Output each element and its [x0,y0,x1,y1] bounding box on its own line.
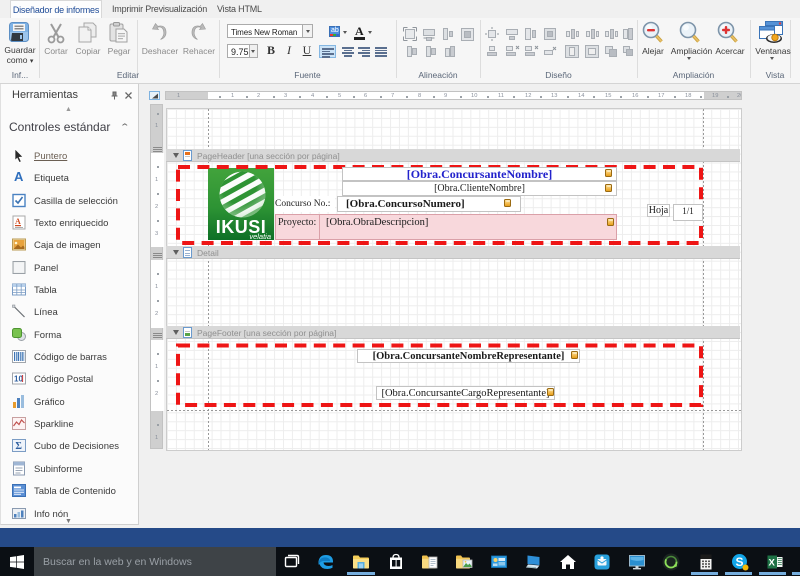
svg-text:Σ: Σ [15,441,22,452]
svg-text:S: S [736,555,744,569]
svg-text:A: A [15,217,21,226]
svg-text:X: X [769,558,776,569]
